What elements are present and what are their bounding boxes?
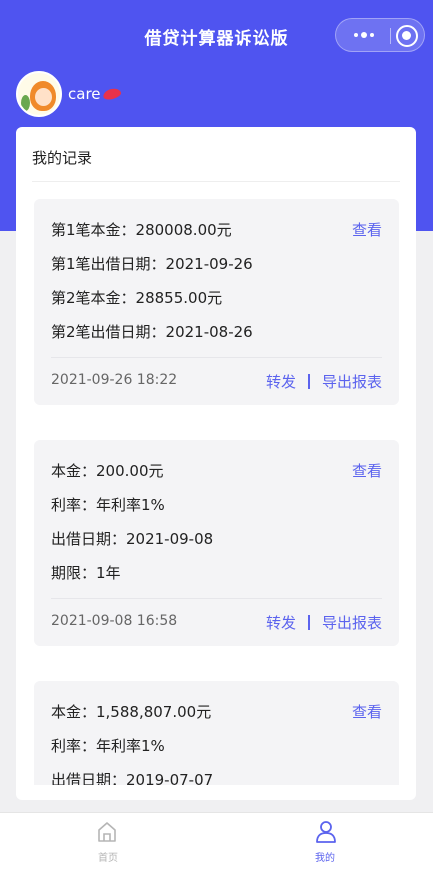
title-bar: 借贷计算器诉讼版 <box>0 0 433 70</box>
kiss-emoji-icon <box>103 88 121 100</box>
divider <box>51 598 382 599</box>
record-line: 第1笔出借日期：2021-09-26 <box>51 255 253 273</box>
user-icon <box>316 821 336 843</box>
share-button[interactable]: 转发 <box>266 612 296 633</box>
tab-mine-label: 我的 <box>315 853 335 864</box>
record-line: 期限：1年 <box>51 564 121 582</box>
record-line: 利率：年利率1% <box>51 496 165 514</box>
tab-home-label: 首页 <box>98 853 118 864</box>
record-card: 本金：200.00元 查看 利率：年利率1% 出借日期：2021-09-08 期… <box>34 440 399 646</box>
record-line: 出借日期：2019-07-07 <box>51 771 214 785</box>
record-line: 第2笔出借日期：2021-08-26 <box>51 323 253 341</box>
record-line: 本金：200.00元 <box>51 462 164 480</box>
record-time: 2021-09-08 16:58 <box>51 613 178 629</box>
export-report-button[interactable]: 导出报表 <box>322 612 382 633</box>
more-menu-icon[interactable] <box>346 19 382 51</box>
capsule-divider <box>390 28 391 44</box>
record-card: 本金：1,588,807.00元 查看 利率：年利率1% 出借日期：2019-0… <box>34 681 399 785</box>
record-line: 利率：年利率1% <box>51 737 165 755</box>
export-report-button[interactable]: 导出报表 <box>322 371 382 392</box>
action-separator <box>307 615 310 630</box>
record-actions: 转发 导出报表 <box>266 612 382 633</box>
close-mini-program-icon[interactable] <box>396 25 418 47</box>
record-actions: 转发 导出报表 <box>266 371 382 392</box>
record-time: 2021-09-26 18:22 <box>51 372 178 388</box>
record-line: 本金：1,588,807.00元 <box>51 703 212 721</box>
action-separator <box>307 374 310 389</box>
home-icon <box>98 822 116 842</box>
user-info: care <box>16 70 121 118</box>
records-list[interactable]: 第1笔本金：280008.00元 查看 第1笔出借日期：2021-09-26 第… <box>16 182 416 785</box>
mini-program-capsule <box>335 18 425 52</box>
record-line: 第2笔本金：28855.00元 <box>51 289 223 307</box>
username: care <box>68 85 101 103</box>
divider <box>51 357 382 358</box>
record-line: 出借日期：2021-09-08 <box>51 530 214 548</box>
tab-mine[interactable]: 我的 <box>217 813 433 872</box>
records-panel: 我的记录 第1笔本金：280008.00元 查看 第1笔出借日期：2021-09… <box>16 127 416 800</box>
share-button[interactable]: 转发 <box>266 371 296 392</box>
view-button[interactable]: 查看 <box>352 460 382 481</box>
record-line: 第1笔本金：280008.00元 <box>51 221 232 239</box>
records-title: 我的记录 <box>32 149 93 167</box>
record-card: 第1笔本金：280008.00元 查看 第1笔出借日期：2021-09-26 第… <box>34 199 399 405</box>
view-button[interactable]: 查看 <box>352 219 382 240</box>
view-button[interactable]: 查看 <box>352 701 382 722</box>
tab-home[interactable]: 首页 <box>0 813 216 872</box>
bottom-tab-bar: 首页 我的 <box>0 812 433 872</box>
avatar <box>16 71 62 117</box>
